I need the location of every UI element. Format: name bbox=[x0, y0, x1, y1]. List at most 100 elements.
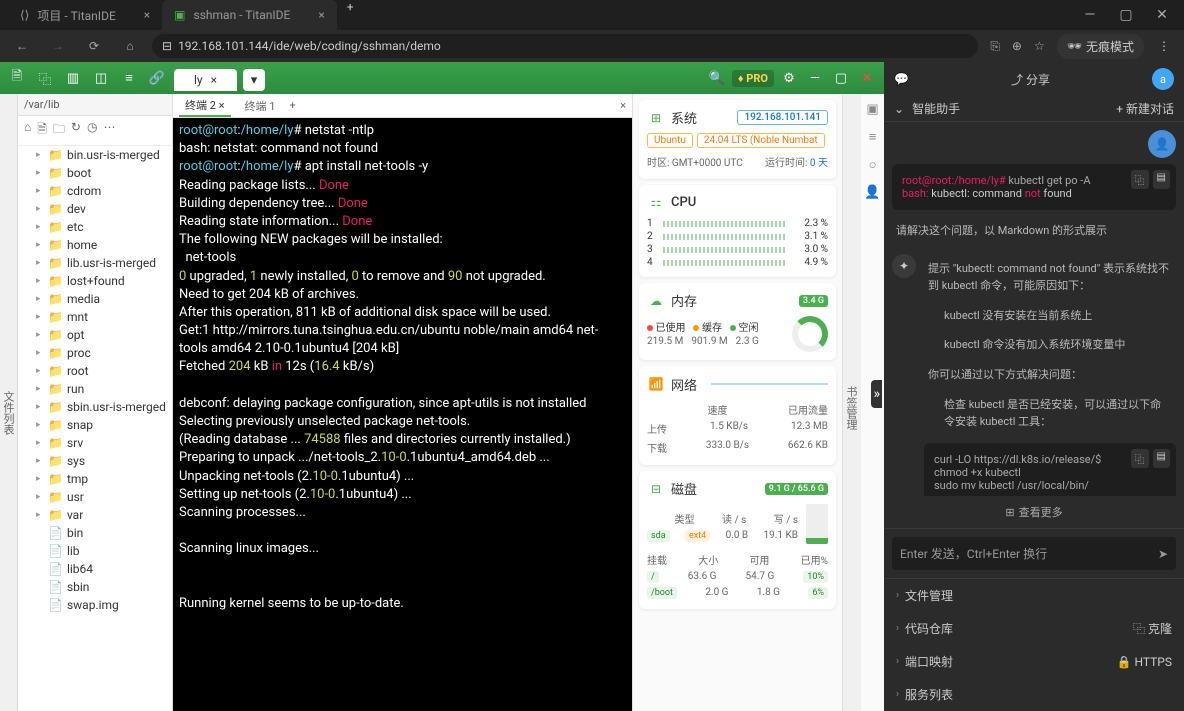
tree-item[interactable]: ▸📁var bbox=[18, 506, 172, 524]
close-icon[interactable]: × bbox=[144, 8, 150, 22]
more-icon[interactable]: ⋯ bbox=[103, 120, 115, 141]
accordion-ports[interactable]: ›端口映射🔒 HTTPS bbox=[884, 645, 1184, 678]
home-icon[interactable]: ⌂ bbox=[24, 120, 31, 141]
tree-item[interactable]: ▸📁proc bbox=[18, 344, 172, 362]
minimize-icon[interactable]: — bbox=[1076, 1, 1104, 29]
card-title: 系统 bbox=[671, 108, 697, 127]
maximize-icon[interactable]: ▢ bbox=[830, 67, 852, 89]
tree-item[interactable]: 📄lib64 bbox=[18, 560, 172, 578]
tree-item[interactable]: ▸📁root bbox=[18, 362, 172, 380]
add-terminal-icon[interactable]: + bbox=[289, 99, 295, 112]
reload-icon[interactable]: ⟳ bbox=[80, 32, 108, 60]
view-more-button[interactable]: ⊞ 查看更多 bbox=[884, 496, 1184, 528]
chevron-down-icon[interactable]: ⌄ bbox=[894, 102, 904, 116]
refresh-icon[interactable]: ↻ bbox=[71, 120, 81, 141]
tree-item[interactable]: ▸📁run bbox=[18, 380, 172, 398]
copy-icon[interactable]: ⿻ bbox=[34, 67, 56, 89]
tree-item[interactable]: ▸📁lost+found bbox=[18, 272, 172, 290]
tree-item[interactable]: ▸📁usr bbox=[18, 488, 172, 506]
tree-item[interactable]: 📄bin bbox=[18, 524, 172, 542]
browser-tab-1[interactable]: ⟨⟩ 项目 - TitanIDE × bbox=[8, 0, 162, 30]
editor-tab[interactable]: ly × bbox=[174, 69, 237, 91]
search-icon[interactable]: 🔍 bbox=[706, 67, 728, 89]
split-icon[interactable]: ◫ bbox=[90, 67, 112, 89]
copy-icon[interactable]: ⿻ bbox=[1131, 170, 1149, 189]
disk-card: ⊟磁盘 9.1 G / 65.6 G 类型读 / s写 / s sdaext40… bbox=[639, 471, 836, 609]
chat-icon[interactable]: 💬 bbox=[894, 72, 909, 86]
tree-item[interactable]: ▸📁dev bbox=[18, 200, 172, 218]
accordion-files[interactable]: ›文件管理 bbox=[884, 579, 1184, 612]
gear-icon[interactable]: ⚙ bbox=[778, 67, 800, 89]
bot-text: kubectl 没有安装在当前系统上 bbox=[924, 301, 1176, 331]
tree-item[interactable]: ▸📁home bbox=[18, 236, 172, 254]
add-file-icon[interactable]: 🗎 bbox=[37, 120, 47, 141]
incognito-badge[interactable]: 🕶 无痕模式 bbox=[1057, 34, 1144, 59]
tree-item[interactable]: ▸📁mnt bbox=[18, 308, 172, 326]
share-button[interactable]: ⤴ 分享 bbox=[1011, 71, 1050, 88]
browser-navbar: ← → ⟳ ⌂ ⊟ 192.168.101.144/ide/web/coding… bbox=[0, 30, 1184, 62]
tree-item[interactable]: ▸📁boot bbox=[18, 164, 172, 182]
maximize-icon[interactable]: ▢ bbox=[1112, 1, 1140, 29]
home-icon[interactable]: ⌂ bbox=[116, 32, 144, 60]
tree-item[interactable]: ▸📁bin.usr-is-merged bbox=[18, 146, 172, 164]
tree-item[interactable]: 📄swap.img bbox=[18, 596, 172, 614]
terminal-output[interactable]: root@root:/home/ly# netstat -ntlpbash: n… bbox=[173, 118, 632, 711]
close-icon[interactable]: × bbox=[211, 73, 217, 87]
send-icon[interactable]: ➤ bbox=[1158, 547, 1168, 561]
cpu-icon: ⚏ bbox=[647, 193, 665, 211]
tree-item[interactable]: ▸📁etc bbox=[18, 218, 172, 236]
close-icon[interactable]: × bbox=[318, 8, 324, 22]
close-icon[interactable]: × bbox=[620, 99, 626, 112]
link-icon[interactable]: 🔗 bbox=[146, 67, 168, 89]
tree-item[interactable]: ▸📁srv bbox=[18, 434, 172, 452]
new-chat-button[interactable]: + 新建对话 bbox=[1116, 100, 1174, 117]
accordion-services[interactable]: ›服务列表 bbox=[884, 678, 1184, 711]
rail-item[interactable]: 书签管理 bbox=[843, 386, 859, 430]
tree-item[interactable]: ▸📁lib.usr-is-merged bbox=[18, 254, 172, 272]
tree-item[interactable]: ▸📁snap bbox=[18, 416, 172, 434]
star-icon[interactable]: ☆ bbox=[1030, 35, 1049, 57]
back-icon[interactable]: ← bbox=[8, 32, 36, 60]
accordion-repo[interactable]: ›代码仓库⿻ 克隆 bbox=[884, 612, 1184, 645]
expand-icon[interactable]: ▤ bbox=[1153, 449, 1170, 468]
copy-icon[interactable]: ⿻ bbox=[1131, 449, 1149, 468]
close-icon[interactable]: ✕ bbox=[856, 67, 878, 89]
tree-item[interactable]: ▸📁tmp bbox=[18, 470, 172, 488]
tree-item[interactable]: ▸📁opt bbox=[18, 326, 172, 344]
terminal-tab[interactable]: 终端 2 × bbox=[179, 95, 231, 117]
circle-icon[interactable]: ○ bbox=[869, 157, 877, 173]
site-info-icon[interactable]: ⊟ bbox=[162, 39, 172, 53]
new-tab-button[interactable]: + bbox=[337, 0, 364, 30]
columns-icon[interactable]: ▥ bbox=[62, 67, 84, 89]
file-icon[interactable]: 🗎 bbox=[6, 67, 28, 89]
history-icon[interactable]: ◷ bbox=[87, 120, 97, 141]
tree-item[interactable]: 📄sbin bbox=[18, 578, 172, 596]
minimize-icon[interactable]: — bbox=[804, 67, 826, 89]
person-icon[interactable]: 👤 bbox=[864, 185, 880, 200]
forward-icon[interactable]: → bbox=[44, 32, 72, 60]
close-icon[interactable]: ✕ bbox=[1148, 1, 1176, 29]
install-icon[interactable]: ⎘ bbox=[986, 35, 1004, 58]
chat-input[interactable]: Enter 发送，Ctrl+Enter 换行 ➤ bbox=[892, 537, 1176, 570]
collapse-chat-button[interactable]: » bbox=[871, 380, 882, 408]
terminal-tab[interactable]: 终端 1 bbox=[239, 96, 282, 116]
rail-item[interactable]: 文件列表 bbox=[0, 391, 16, 435]
browser-tab-2[interactable]: ▣ sshman - TitanIDE × bbox=[162, 0, 337, 30]
tree-item[interactable]: ▸📁sys bbox=[18, 452, 172, 470]
menu-icon[interactable]: ⋮ bbox=[1152, 39, 1176, 53]
list-icon[interactable]: ≡ bbox=[118, 67, 140, 89]
add-folder-icon[interactable]: 🗀 bbox=[53, 120, 65, 141]
tree-item[interactable]: ▸📁media bbox=[18, 290, 172, 308]
dropdown-icon[interactable]: ▾ bbox=[243, 69, 265, 91]
code-block: ⿻▤ root@root:/home/ly# kubectl get po -A… bbox=[892, 164, 1176, 210]
panel-icon[interactable]: ▣ bbox=[866, 102, 878, 117]
list-icon[interactable]: ≡ bbox=[869, 129, 877, 145]
tree-item[interactable]: ▸📁sbin.usr-is-merged bbox=[18, 398, 172, 416]
bookmark-icon[interactable]: ⊕ bbox=[1008, 35, 1026, 57]
tree-item[interactable]: 📄lib bbox=[18, 542, 172, 560]
expand-icon[interactable]: ▤ bbox=[1153, 170, 1170, 189]
url-bar[interactable]: ⊟ 192.168.101.144/ide/web/coding/sshman/… bbox=[152, 34, 978, 58]
card-title: CPU bbox=[671, 195, 696, 210]
user-avatar[interactable]: a bbox=[1152, 68, 1174, 90]
tree-item[interactable]: ▸📁cdrom bbox=[18, 182, 172, 200]
